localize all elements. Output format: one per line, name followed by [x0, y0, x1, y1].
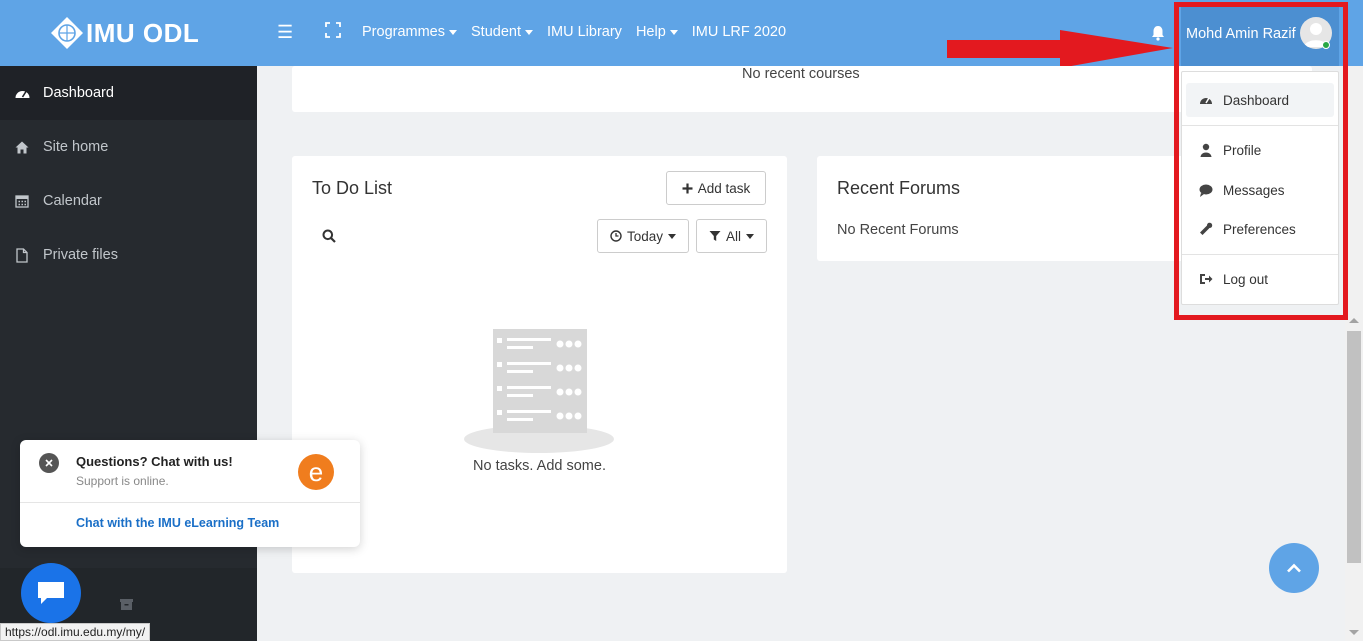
user-icon [1199, 143, 1213, 157]
elearning-logo-icon: e [298, 454, 334, 490]
chat-bubble-icon [38, 582, 64, 604]
dropdown-divider [1182, 125, 1338, 126]
sidebar-item-label: Private files [43, 247, 118, 263]
dropdown-item-messages[interactable]: Messages [1186, 173, 1334, 207]
recent-forums-empty-text: No Recent Forums [837, 222, 959, 238]
archive-icon [120, 599, 133, 610]
scroll-down-arrow-icon[interactable] [1349, 630, 1359, 635]
user-name: Mohd Amin Razif [1186, 26, 1296, 42]
close-icon[interactable] [39, 453, 59, 473]
main-nav-menu: Programmes Student IMU Library Help IMU … [362, 24, 786, 40]
dropdown-item-label: Log out [1223, 271, 1269, 287]
scroll-up-arrow-icon[interactable] [1349, 318, 1359, 323]
chat-subtitle: Support is online. [76, 474, 169, 488]
dashboard-icon [1199, 93, 1213, 107]
nav-help[interactable]: Help [636, 24, 678, 40]
home-icon [14, 139, 30, 155]
dropdown-divider [1182, 254, 1338, 255]
sign-out-icon [1199, 272, 1213, 286]
todo-empty-text: No tasks. Add some. [473, 458, 606, 474]
dropdown-item-label: Profile [1223, 142, 1262, 158]
user-dropdown-menu: Dashboard Profile Messages Preferences L… [1181, 71, 1339, 305]
date-filter-dropdown[interactable]: Today [597, 219, 689, 253]
fullscreen-icon[interactable] [325, 22, 341, 38]
wrench-icon [1199, 222, 1213, 236]
dropdown-item-preferences[interactable]: Preferences [1186, 212, 1334, 246]
sidebar-item-private-files[interactable]: Private files [0, 228, 257, 282]
dashboard-icon [14, 85, 30, 101]
add-task-button[interactable]: Add task [666, 171, 766, 205]
imu-globe-icon [51, 17, 83, 49]
calendar-icon [14, 193, 30, 209]
caret-down-icon [746, 233, 754, 239]
sidebar-item-site-home[interactable]: Site home [0, 120, 257, 174]
dropdown-item-label: Messages [1223, 182, 1285, 198]
nav-student[interactable]: Student [471, 24, 533, 40]
sidebar: Dashboard Site home Calendar Private fil… [0, 66, 257, 641]
online-status-dot [1322, 41, 1330, 49]
brand-logo[interactable]: IMU ODL [50, 8, 199, 58]
date-filter-label: Today [626, 228, 664, 244]
hamburger-icon[interactable]: ☰ [277, 22, 293, 43]
back-to-top-button[interactable] [1269, 543, 1319, 593]
comment-icon [1199, 183, 1213, 197]
sidebar-item-dashboard[interactable]: Dashboard [0, 66, 257, 120]
dropdown-item-label: Dashboard [1223, 92, 1290, 108]
type-filter-label: All [725, 228, 741, 244]
recent-courses-card: No recent courses [292, 66, 1312, 112]
user-menu-toggle[interactable]: Mohd Amin Razif [1181, 5, 1339, 66]
chat-launcher-button[interactable] [21, 563, 81, 623]
nav-programmes-label: Programmes [362, 24, 445, 40]
scrollbar-thumb[interactable] [1347, 331, 1361, 563]
todo-list-card: To Do List Add task Today All No tasks. … [292, 156, 787, 573]
nav-imu-library[interactable]: IMU Library [547, 24, 622, 40]
dropdown-item-label: Preferences [1223, 221, 1296, 237]
dropdown-item-logout[interactable]: Log out [1186, 262, 1334, 296]
caret-down-icon [449, 29, 457, 35]
type-filter-dropdown[interactable]: All [696, 219, 767, 253]
caret-down-icon [669, 29, 678, 35]
plus-icon [682, 183, 693, 193]
chevron-up-icon [1287, 563, 1301, 573]
nav-help-label: Help [635, 24, 666, 40]
sidebar-item-label: Site home [43, 139, 109, 155]
file-icon [14, 247, 30, 263]
sidebar-item-label: Calendar [43, 193, 102, 209]
add-task-label: Add task [697, 180, 751, 196]
status-bar-url: https://odl.imu.edu.my/my/ [0, 623, 151, 641]
recent-courses-empty-text: No recent courses [742, 66, 860, 82]
search-icon[interactable] [322, 229, 336, 243]
dropdown-item-profile[interactable]: Profile [1186, 133, 1334, 167]
clock-icon [610, 230, 622, 242]
chat-start-link[interactable]: Chat with the IMU eLearning Team [76, 516, 279, 530]
chat-divider [20, 502, 360, 503]
nav-programmes[interactable]: Programmes [362, 24, 457, 40]
chat-title: Questions? Chat with us! [76, 454, 233, 469]
sidebar-item-label: Dashboard [43, 85, 114, 101]
caret-down-icon [525, 29, 533, 35]
nav-student-label: Student [471, 24, 521, 40]
filter-icon [709, 231, 721, 241]
recent-forums-title: Recent Forums [837, 178, 961, 198]
nav-imu-lrf-label: IMU LRF 2020 [691, 24, 787, 40]
nav-imu-lrf[interactable]: IMU LRF 2020 [692, 24, 786, 40]
dropdown-item-dashboard[interactable]: Dashboard [1186, 83, 1334, 117]
nav-imu-library-label: IMU Library [547, 24, 622, 40]
sidebar-item-calendar[interactable]: Calendar [0, 174, 257, 228]
brand-name: IMU ODL [86, 17, 200, 48]
caret-down-icon [668, 233, 677, 239]
empty-tasks-illustration [464, 329, 614, 453]
todo-list-title: To Do List [312, 178, 393, 198]
chat-widget-popup: Questions? Chat with us! Support is onli… [20, 440, 360, 547]
